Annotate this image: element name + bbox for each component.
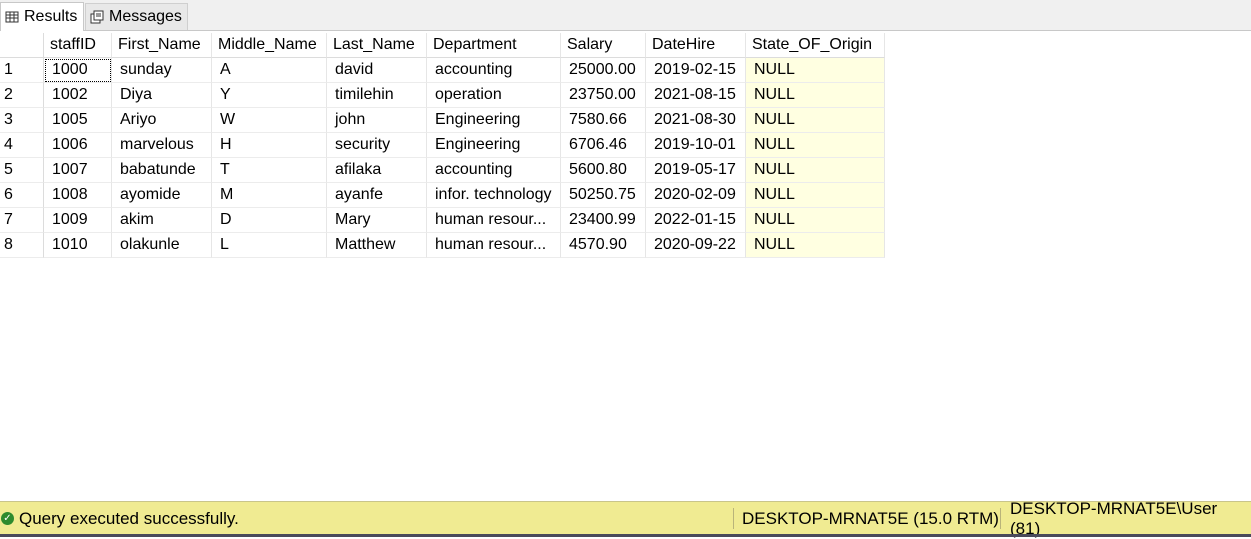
grid-cell[interactable]: T [212, 158, 327, 183]
grid-cell[interactable]: 1002 [44, 83, 112, 108]
grid-cell[interactable]: 1000 [44, 58, 112, 83]
grid-cell[interactable]: david [327, 58, 427, 83]
tab-messages-label: Messages [109, 8, 182, 25]
grid-cell-null[interactable]: NULL [746, 58, 885, 83]
results-tabstrip: Results Messages [0, 0, 1251, 31]
grid-cell[interactable]: human resour... [427, 233, 561, 258]
grid-cell[interactable]: Engineering [427, 133, 561, 158]
row-number[interactable]: 2 [0, 83, 44, 108]
check-circle-icon: ✓ [1, 512, 14, 525]
grid-cell[interactable]: 1008 [44, 183, 112, 208]
status-server: DESKTOP-MRNAT5E (15.0 RTM) [742, 508, 999, 528]
row-number[interactable]: 3 [0, 108, 44, 133]
column-header[interactable]: First_Name [112, 33, 212, 58]
column-header[interactable]: Department [427, 33, 561, 58]
grid-cell[interactable]: john [327, 108, 427, 133]
grid-cell[interactable]: 2021-08-30 [646, 108, 746, 133]
grid-cell[interactable]: Diya [112, 83, 212, 108]
status-user: DESKTOP-MRNAT5E\User (81) [1010, 498, 1218, 538]
grid-cell[interactable]: W [212, 108, 327, 133]
grid-cell[interactable]: 23400.99 [561, 208, 646, 233]
status-message: Query executed successfully. [19, 508, 239, 528]
column-header[interactable]: DateHire [646, 33, 746, 58]
grid-cell[interactable]: L [212, 233, 327, 258]
grid-cell[interactable]: human resour... [427, 208, 561, 233]
grid-cell[interactable]: 23750.00 [561, 83, 646, 108]
grid-cell[interactable]: 50250.75 [561, 183, 646, 208]
column-header[interactable]: State_OF_Origin [746, 33, 885, 58]
column-header[interactable]: Middle_Name [212, 33, 327, 58]
grid-cell-null[interactable]: NULL [746, 83, 885, 108]
grid-cell[interactable]: 1006 [44, 133, 112, 158]
column-header[interactable]: Last_Name [327, 33, 427, 58]
grid-cell[interactable]: Matthew [327, 233, 427, 258]
grid-cell[interactable]: Ariyo [112, 108, 212, 133]
grid-cell-null[interactable]: NULL [746, 183, 885, 208]
grid-cell[interactable]: 5600.80 [561, 158, 646, 183]
grid-cell[interactable]: ayanfe [327, 183, 427, 208]
grid-cell[interactable]: marvelous [112, 133, 212, 158]
grid-cell[interactable]: akim [112, 208, 212, 233]
row-number[interactable]: 5 [0, 158, 44, 183]
row-number[interactable]: 1 [0, 58, 44, 83]
status-divider [1000, 508, 1001, 529]
grid-cell[interactable]: Mary [327, 208, 427, 233]
grid-cell[interactable]: 2022-01-15 [646, 208, 746, 233]
grid-cell[interactable]: olakunle [112, 233, 212, 258]
grid-cell[interactable]: H [212, 133, 327, 158]
grid-cell-null[interactable]: NULL [746, 108, 885, 133]
grid-cell[interactable]: 2019-10-01 [646, 133, 746, 158]
grid-icon [5, 10, 19, 24]
grid-cell[interactable]: Y [212, 83, 327, 108]
grid-cell[interactable]: M [212, 183, 327, 208]
grid-cell[interactable]: infor. technology [427, 183, 561, 208]
grid-cell[interactable]: 25000.00 [561, 58, 646, 83]
row-number[interactable]: 4 [0, 133, 44, 158]
row-number[interactable]: 8 [0, 233, 44, 258]
grid-cell[interactable]: 2019-02-15 [646, 58, 746, 83]
grid-cell[interactable]: 2021-08-15 [646, 83, 746, 108]
grid-cell[interactable]: 1007 [44, 158, 112, 183]
grid-cell-null[interactable]: NULL [746, 233, 885, 258]
grid-cell[interactable]: 4570.90 [561, 233, 646, 258]
tab-results[interactable]: Results [0, 2, 84, 31]
tab-results-label: Results [24, 8, 78, 25]
messages-icon [90, 10, 104, 24]
grid-cell[interactable]: afilaka [327, 158, 427, 183]
grid-cell[interactable]: 2019-05-17 [646, 158, 746, 183]
grid-cell[interactable]: 7580.66 [561, 108, 646, 133]
grid-cell[interactable]: sunday [112, 58, 212, 83]
status-divider [733, 508, 734, 529]
grid-cell-null[interactable]: NULL [746, 158, 885, 183]
grid-cell[interactable]: ayomide [112, 183, 212, 208]
grid-cell[interactable]: timilehin [327, 83, 427, 108]
grid-cell[interactable]: 1005 [44, 108, 112, 133]
grid-cell[interactable]: A [212, 58, 327, 83]
grid-cell[interactable]: accounting [427, 58, 561, 83]
grid-cell[interactable]: D [212, 208, 327, 233]
status-message-area: ✓ Query executed successfully. [0, 502, 239, 535]
corner-header[interactable] [0, 33, 44, 58]
grid-cell[interactable]: 2020-02-09 [646, 183, 746, 208]
row-number[interactable]: 7 [0, 208, 44, 233]
column-header[interactable]: Salary [561, 33, 646, 58]
grid-cell[interactable]: 6706.46 [561, 133, 646, 158]
grid-cell[interactable]: 1009 [44, 208, 112, 233]
grid-cell-null[interactable]: NULL [746, 133, 885, 158]
grid-cell[interactable]: accounting [427, 158, 561, 183]
grid-cell[interactable]: babatunde [112, 158, 212, 183]
grid-cell[interactable]: Engineering [427, 108, 561, 133]
column-header[interactable]: staffID [44, 33, 112, 58]
row-number[interactable]: 6 [0, 183, 44, 208]
grid-cell-null[interactable]: NULL [746, 208, 885, 233]
grid-cell[interactable]: security [327, 133, 427, 158]
status-bar: ✓ Query executed successfully. DESKTOP-M… [0, 498, 1251, 538]
grid-cell[interactable]: operation [427, 83, 561, 108]
grid-cell[interactable]: 2020-09-22 [646, 233, 746, 258]
tab-messages[interactable]: Messages [85, 3, 188, 30]
grid-cell[interactable]: 1010 [44, 233, 112, 258]
